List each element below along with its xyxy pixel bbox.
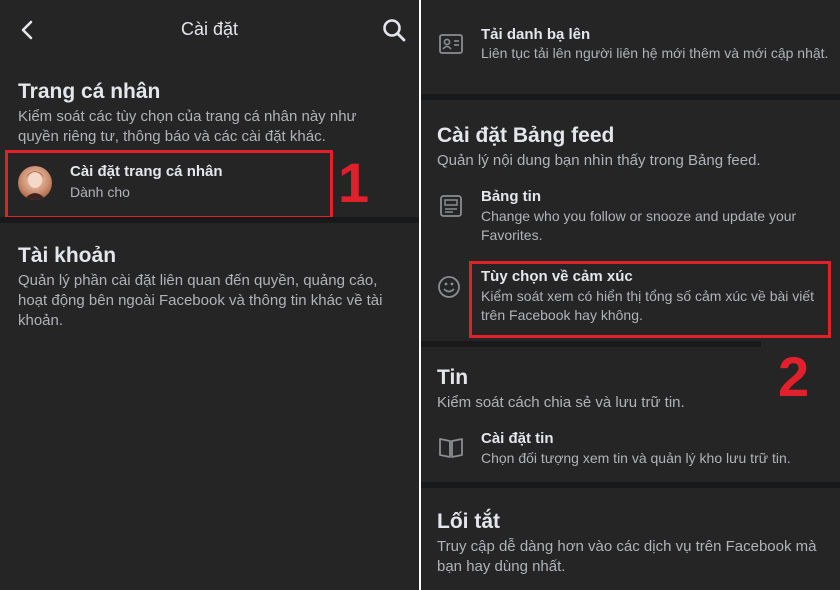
step-marker-1: 1 bbox=[338, 151, 370, 214]
contacts-upload-title[interactable]: Tải danh bạ lên bbox=[481, 26, 590, 43]
contacts-icon bbox=[439, 34, 463, 54]
story-settings-subtitle: Chọn đối tượng xem tin và quản lý kho lư… bbox=[481, 450, 791, 466]
stories-section-title: Tin bbox=[437, 366, 469, 389]
section-separator bbox=[0, 217, 419, 223]
story-book-icon bbox=[439, 438, 463, 458]
right-screen: Tải danh bạ lên Liên tục tải lên người l… bbox=[421, 0, 840, 590]
step-marker-2: 2 bbox=[778, 345, 810, 408]
account-section-title[interactable]: Tài khoản bbox=[18, 244, 116, 268]
section-separator bbox=[421, 94, 840, 100]
section-separator bbox=[421, 482, 840, 488]
search-icon[interactable] bbox=[381, 17, 407, 43]
story-settings-title[interactable]: Cài đặt tin bbox=[481, 430, 554, 447]
shortcuts-section-title[interactable]: Lối tắt bbox=[437, 510, 500, 534]
left-screen: Cài đặt Trang cá nhân Kiểm soát các tùy … bbox=[0, 0, 419, 590]
top-bar: Cài đặt bbox=[0, 0, 419, 64]
highlight-box-1 bbox=[5, 150, 333, 219]
news-feed-icon bbox=[440, 195, 462, 217]
profile-section-title: Trang cá nhân bbox=[18, 80, 161, 103]
contacts-upload-subtitle: Liên tục tải lên người liên hệ mới thêm … bbox=[481, 45, 829, 61]
news-feed-subtitle: Change who you follow or snooze and upda… bbox=[481, 208, 797, 243]
feed-section-title: Cài đặt Bảng feed bbox=[437, 124, 615, 147]
reactions-icon bbox=[438, 276, 460, 298]
news-feed-title[interactable]: Bảng tin bbox=[481, 188, 541, 205]
account-section-description: Quản lý phần cài đặt liên quan đến quyền… bbox=[18, 272, 383, 329]
stories-section-description: Kiểm soát cách chia sẻ và lưu trữ tin. bbox=[437, 394, 685, 411]
section-separator bbox=[421, 341, 761, 347]
shortcuts-section-description: Truy cập dễ dàng hơn vào các dịch vụ trê… bbox=[437, 538, 817, 575]
feed-section-description: Quản lý nội dung bạn nhìn thấy trong Bản… bbox=[437, 152, 761, 169]
highlight-box-2 bbox=[469, 261, 831, 338]
profile-section-description: Kiểm soát các tùy chọn của trang cá nhân… bbox=[18, 108, 357, 145]
page-title: Cài đặt bbox=[180, 19, 239, 39]
